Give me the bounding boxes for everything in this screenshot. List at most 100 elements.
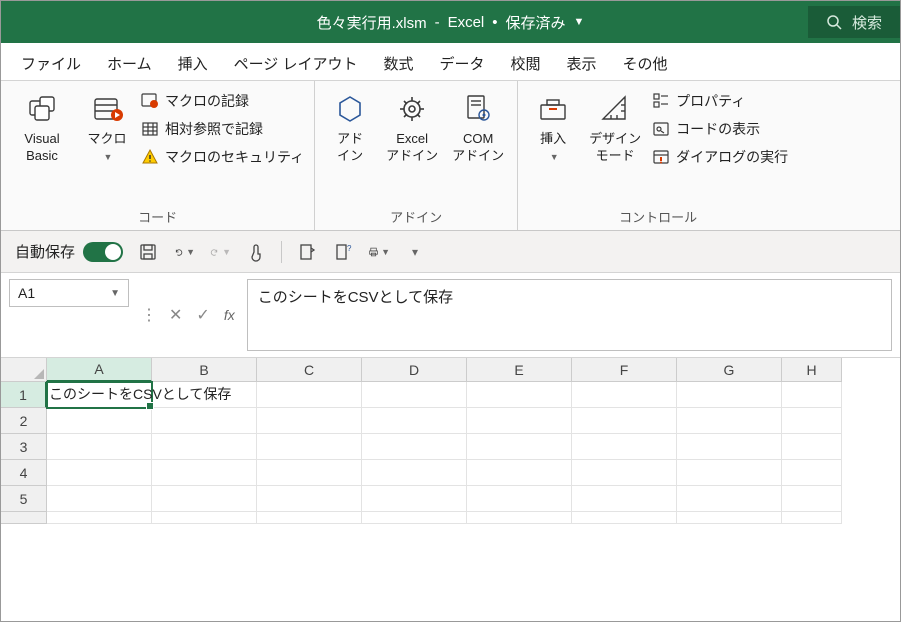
cell[interactable] [467,434,572,460]
select-all-corner[interactable] [1,358,47,382]
tab-review[interactable]: 校閲 [511,53,541,74]
chevron-down-icon[interactable]: ▼ [574,16,585,28]
cell[interactable] [152,512,257,524]
cell[interactable] [782,512,842,524]
cell-H1[interactable] [782,382,842,408]
insert-control-button[interactable]: 挿入 ▼ [528,87,578,162]
cell-E1[interactable] [467,382,572,408]
cell[interactable] [47,512,152,524]
cell[interactable] [467,460,572,486]
col-header-A[interactable]: A [47,358,152,382]
cell[interactable] [362,460,467,486]
tab-home[interactable]: ホーム [107,53,152,74]
col-header-F[interactable]: F [572,358,677,382]
row-header-4[interactable]: 4 [1,460,47,486]
cell[interactable] [362,434,467,460]
cell[interactable] [572,460,677,486]
cell[interactable] [677,434,782,460]
qat-button-2[interactable]: ? [332,241,354,263]
tab-data[interactable]: データ [439,53,484,74]
dots-icon[interactable]: ⋮ [141,305,155,325]
row-header[interactable] [1,512,47,524]
col-header-D[interactable]: D [362,358,467,382]
cell[interactable] [572,408,677,434]
save-button[interactable] [137,241,159,263]
cell[interactable] [467,512,572,524]
record-macro-button[interactable]: マクロの記録 [141,91,304,111]
cell-A1[interactable]: このシートをCSVとして保存 [47,382,152,408]
cell[interactable] [782,486,842,512]
cell[interactable] [47,460,152,486]
cell[interactable] [47,408,152,434]
cell-G1[interactable] [677,382,782,408]
fx-icon[interactable]: fx [224,307,235,323]
macros-button[interactable]: マクロ ▼ [81,87,133,162]
cell[interactable] [257,408,362,434]
name-box[interactable]: A1 ▼ [9,279,129,307]
cell[interactable] [152,460,257,486]
cell[interactable] [677,460,782,486]
tab-page-layout[interactable]: ページ レイアウト [234,53,358,74]
qat-customize-button[interactable]: ▾ [404,241,426,263]
cancel-icon[interactable]: ✕ [169,305,182,325]
cell-D1[interactable] [362,382,467,408]
cell[interactable] [572,434,677,460]
cell-F1[interactable] [572,382,677,408]
cell[interactable] [362,486,467,512]
macro-security-button[interactable]: マクロのセキュリティ [141,147,304,167]
formula-input[interactable]: このシートをCSVとして保存 [247,279,892,351]
cell[interactable] [782,408,842,434]
com-addins-button[interactable]: COM アドイン [449,87,507,165]
cell[interactable] [257,434,362,460]
addins-button[interactable]: アド イン [325,87,375,165]
cell[interactable] [467,408,572,434]
cell[interactable] [677,486,782,512]
autosave-toggle[interactable]: 自動保存 [15,241,123,262]
row-header-2[interactable]: 2 [1,408,47,434]
tab-file[interactable]: ファイル [21,53,81,74]
enter-icon[interactable]: ✓ [196,305,209,325]
run-dialog-button[interactable]: ダイアログの実行 [652,147,788,167]
row-header-1[interactable]: 1 [1,382,47,408]
cell[interactable] [257,486,362,512]
tab-view[interactable]: 表示 [567,53,597,74]
cell[interactable] [362,512,467,524]
properties-button[interactable]: プロパティ [652,91,788,111]
row-header-3[interactable]: 3 [1,434,47,460]
view-code-button[interactable]: コードの表示 [652,119,788,139]
cell[interactable] [152,434,257,460]
visual-basic-button[interactable]: Visual Basic [11,87,73,165]
col-header-C[interactable]: C [257,358,362,382]
print-button[interactable]: ▼ [368,241,390,263]
cell[interactable] [467,486,572,512]
cell[interactable] [47,434,152,460]
col-header-H[interactable]: H [782,358,842,382]
col-header-E[interactable]: E [467,358,572,382]
cell[interactable] [152,486,257,512]
tab-insert[interactable]: 挿入 [178,53,208,74]
search-box[interactable]: 検索 [808,6,900,38]
design-mode-button[interactable]: デザイン モード [586,87,644,165]
tab-formulas[interactable]: 数式 [383,53,413,74]
qat-button-1[interactable] [296,241,318,263]
redo-button[interactable]: ▼ [209,241,231,263]
undo-button[interactable]: ▼ [173,241,195,263]
relative-ref-button[interactable]: 相対参照で記録 [141,119,304,139]
cell[interactable] [47,486,152,512]
cell[interactable] [257,460,362,486]
cell[interactable] [572,486,677,512]
col-header-B[interactable]: B [152,358,257,382]
cell[interactable] [677,408,782,434]
cell[interactable] [572,512,677,524]
excel-addins-button[interactable]: Excel アドイン [383,87,441,165]
tab-other[interactable]: その他 [623,53,668,74]
cell-C1[interactable] [257,382,362,408]
cell[interactable] [257,512,362,524]
cell[interactable] [362,408,467,434]
cell[interactable] [677,512,782,524]
touch-mode-button[interactable] [245,241,267,263]
cell[interactable] [152,408,257,434]
row-header-5[interactable]: 5 [1,486,47,512]
cell[interactable] [782,434,842,460]
col-header-G[interactable]: G [677,358,782,382]
